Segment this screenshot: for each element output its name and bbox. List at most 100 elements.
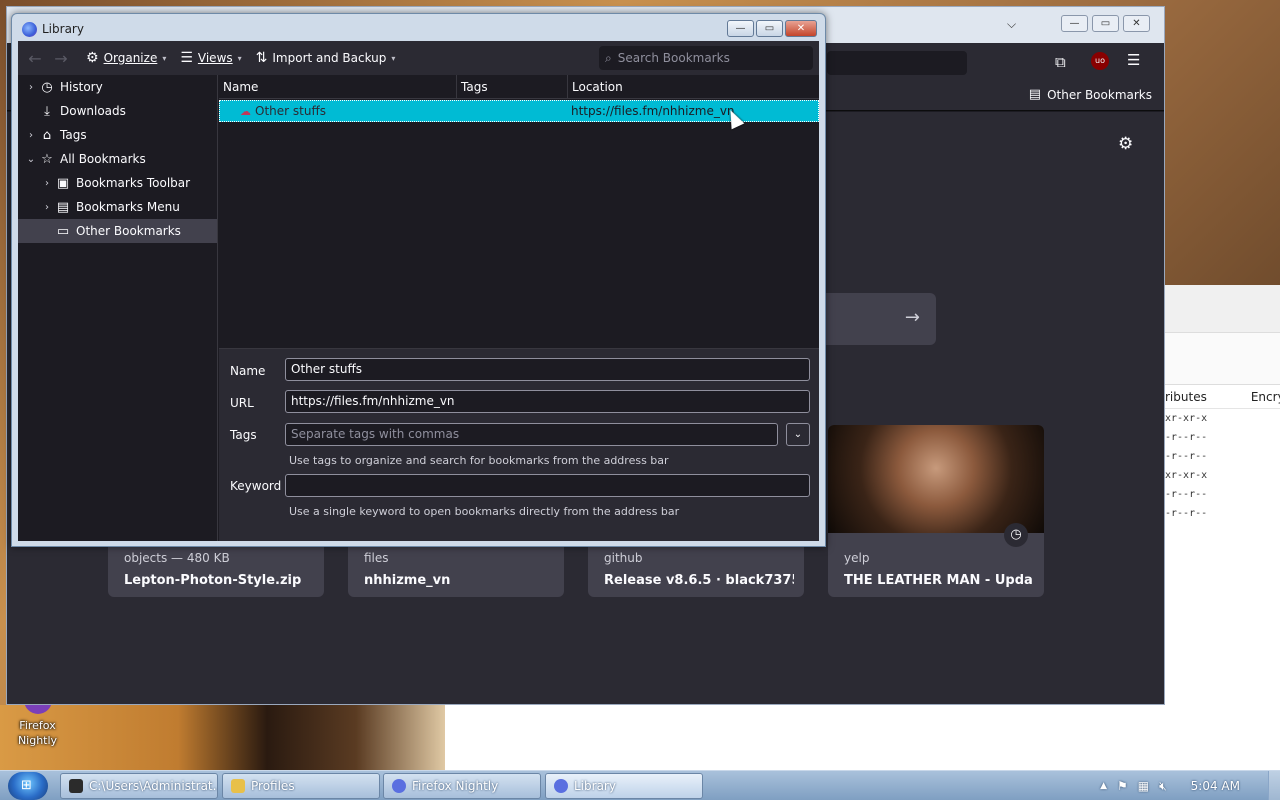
folder-icon: ▭: [56, 223, 70, 239]
chevron-right-icon[interactable]: ›: [40, 202, 54, 213]
perm-row: -r--r--: [1165, 508, 1208, 519]
desktop-icon-label-2: Nightly: [17, 734, 58, 747]
tag-icon: ⌂: [42, 127, 52, 143]
sidebar-item-bookmarks-menu[interactable]: › ▤ Bookmarks Menu: [18, 195, 217, 219]
tile-title: nhhizme_vn: [364, 573, 451, 588]
tile-source: github: [604, 551, 643, 565]
organize-button[interactable]: ⚙ Organize ▾: [86, 50, 166, 66]
tile-card[interactable]: ◷ yelp THE LEATHER MAN - Upda...: [828, 425, 1044, 597]
firefox-logo-icon: [22, 22, 37, 37]
tile-title: Release v8.6.5 · black7375/...: [604, 573, 794, 588]
terminal-icon: [69, 779, 83, 793]
desktop-wallpaper: [0, 705, 445, 770]
app-menu-icon[interactable]: ☰: [1127, 51, 1140, 69]
newtab-search-submit[interactable]: →: [818, 293, 936, 345]
gear-icon[interactable]: ⚙: [1118, 134, 1133, 154]
column-header-name[interactable]: Name: [219, 75, 457, 98]
library-close-button[interactable]: ✕: [785, 20, 817, 37]
file-manager-header: ributes Encry: [1165, 385, 1280, 409]
views-button[interactable]: ☰ Views ▾: [180, 50, 241, 66]
library-window: Library — ▭ ✕ ← → ⚙ Organize ▾ ☰ Views ▾…: [11, 13, 826, 547]
sidebar-item-label: Bookmarks Toolbar: [76, 176, 191, 190]
taskbar-item-firefox-nightly[interactable]: Firefox Nightly: [383, 773, 541, 799]
sidebar-item-label: History: [60, 80, 103, 94]
search-bookmarks-input[interactable]: ⌕ Search Bookmarks: [599, 46, 813, 70]
url-field[interactable]: https://files.fm/nhhizme_vn: [285, 390, 810, 413]
column-attributes[interactable]: ributes: [1165, 390, 1207, 404]
tab-list-chevron-icon[interactable]: ⌵: [1007, 17, 1016, 32]
ublock-origin-icon[interactable]: uo: [1091, 52, 1109, 70]
sidebar-item-label: All Bookmarks: [60, 152, 146, 166]
perm-row: xr-xr-x: [1165, 470, 1208, 481]
bookmark-name: Other stuffs: [255, 104, 326, 118]
sidebar-item-other-bookmarks[interactable]: ▭ Other Bookmarks: [18, 219, 217, 243]
dropdown-arrow-icon: ▾: [237, 53, 242, 63]
chevron-right-icon[interactable]: ›: [24, 82, 38, 93]
list-icon: ☰: [180, 50, 193, 66]
tile-thumbnail: [828, 425, 1044, 533]
sidebar-item-history[interactable]: › ◷ History: [18, 75, 217, 99]
folder-icon: [231, 779, 245, 793]
start-button[interactable]: ⊞: [8, 772, 48, 800]
other-bookmarks-button[interactable]: ▤ Other Bookmarks: [1029, 87, 1152, 102]
perm-row: -r--r--: [1165, 451, 1208, 462]
taskbar-item-profiles[interactable]: Profiles: [222, 773, 380, 799]
extensions-icon[interactable]: ⧉: [1055, 53, 1066, 71]
download-icon: ⤓: [44, 103, 50, 119]
library-maximize-button[interactable]: ▭: [756, 20, 783, 37]
sidebar-item-label: Bookmarks Menu: [76, 200, 180, 214]
chevron-right-icon[interactable]: ›: [40, 178, 54, 189]
sidebar-item-downloads[interactable]: ⤓ Downloads: [18, 99, 217, 123]
firefox-nightly-icon: [392, 779, 406, 793]
import-backup-button[interactable]: ⇅ Import and Backup ▾: [256, 50, 396, 66]
other-bookmarks-label: Other Bookmarks: [1047, 87, 1152, 102]
column-header-tags[interactable]: Tags: [457, 75, 568, 98]
bookmark-name-cell: ☁ Other stuffs: [220, 104, 458, 118]
column-header-location[interactable]: Location: [568, 75, 819, 98]
show-desktop-button[interactable]: [1268, 771, 1280, 800]
maximize-button[interactable]: ▭: [1092, 15, 1119, 32]
library-title: Library: [42, 22, 84, 36]
name-label: Name: [230, 364, 266, 378]
column-encryption[interactable]: Encry: [1251, 390, 1280, 404]
dropdown-arrow-icon: ▾: [162, 53, 167, 63]
sidebar-item-bookmarks-toolbar[interactable]: › ▣ Bookmarks Toolbar: [18, 171, 217, 195]
gear-icon: ⚙: [86, 50, 99, 66]
folder-icon: ▤: [1028, 87, 1042, 102]
bookmark-list-pane: Name Tags Location ☁ Other stuffs https:…: [219, 75, 819, 541]
search-icon: ⌕: [605, 50, 612, 65]
action-center-flag-icon[interactable]: ⚑: [1117, 779, 1128, 793]
url-bar[interactable]: [827, 51, 967, 75]
keyword-field[interactable]: [285, 474, 810, 497]
taskbar-item-library[interactable]: Library: [545, 773, 703, 799]
clock-icon: ◷: [41, 79, 53, 95]
volume-muted-icon[interactable]: 🔇︎: [1159, 779, 1167, 794]
chevron-right-icon[interactable]: ›: [24, 130, 38, 141]
sidebar-item-tags[interactable]: › ⌂ Tags: [18, 123, 217, 147]
chevron-down-icon[interactable]: ⌄: [24, 154, 38, 165]
taskbar-item-cmd[interactable]: C:\Users\Administrat...: [60, 773, 218, 799]
minimize-button[interactable]: —: [1061, 15, 1088, 32]
search-placeholder: Search Bookmarks: [617, 51, 730, 65]
library-minimize-button[interactable]: —: [727, 20, 754, 37]
back-arrow-icon[interactable]: ←: [22, 49, 48, 68]
keyword-label: Keyword: [230, 479, 282, 493]
tags-hint: Use tags to organize and search for book…: [289, 454, 669, 467]
sidebar-item-label: Downloads: [60, 104, 126, 118]
sidebar-item-all-bookmarks[interactable]: ⌄ ☆ All Bookmarks: [18, 147, 217, 171]
taskbar-clock[interactable]: 5:04 AM: [1191, 779, 1240, 793]
tray-expand-icon[interactable]: ▲: [1100, 781, 1107, 791]
perm-row: -r--r--: [1165, 432, 1208, 443]
name-field[interactable]: Other stuffs: [285, 358, 810, 381]
tags-field[interactable]: Separate tags with commas: [285, 423, 778, 446]
import-export-icon: ⇅: [255, 50, 268, 66]
desktop-icon-firefox-nightly[interactable]: Firefox Nightly: [10, 700, 65, 748]
library-window-controls: — ▭ ✕: [727, 20, 817, 37]
toolbar-icon: ▣: [56, 175, 70, 191]
forward-arrow-icon[interactable]: →: [48, 49, 74, 68]
arrow-right-icon: →: [904, 307, 920, 328]
close-button[interactable]: ✕: [1123, 15, 1150, 32]
network-icon[interactable]: ▦: [1138, 779, 1149, 793]
tags-dropdown-button[interactable]: ⌄: [786, 423, 810, 446]
library-body: ← → ⚙ Organize ▾ ☰ Views ▾ ⇅ Import and …: [18, 41, 819, 541]
